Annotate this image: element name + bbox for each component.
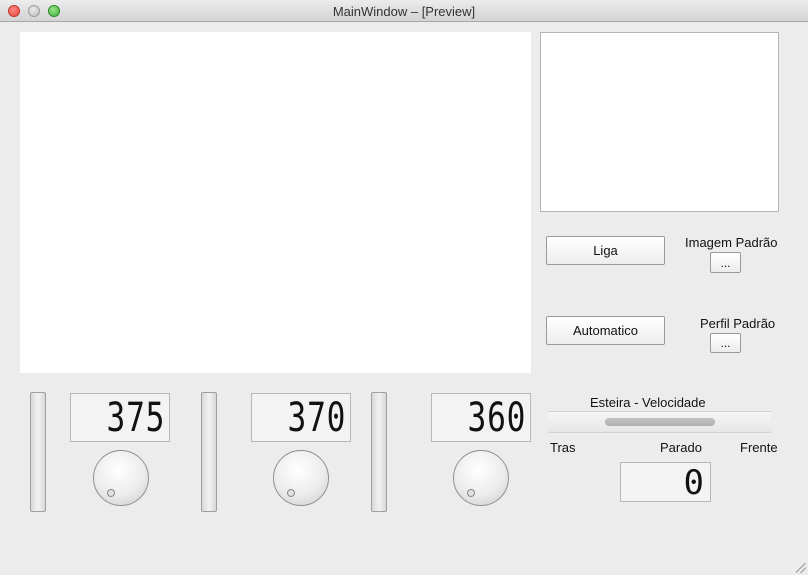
lcd-value-1: 375 xyxy=(106,395,165,441)
resize-grip-icon[interactable] xyxy=(796,563,806,573)
main-preview-area xyxy=(20,32,531,373)
vertical-slider-3[interactable] xyxy=(371,392,387,512)
vertical-slider-1[interactable] xyxy=(30,392,46,512)
perfil-padrao-label: Perfil Padrão xyxy=(700,316,776,331)
esteira-speed-slider[interactable] xyxy=(548,411,771,433)
esteira-lcd-display: 0 xyxy=(620,462,711,503)
dial-2[interactable] xyxy=(273,450,329,506)
vertical-slider-2[interactable] xyxy=(201,392,217,512)
side-preview-area xyxy=(540,32,779,212)
imagem-padrao-label: Imagem Padrão xyxy=(685,235,778,250)
dial-indicator-2 xyxy=(287,489,295,497)
lcd-display-3: 360 xyxy=(431,393,531,442)
dial-indicator-1 xyxy=(107,489,115,497)
dial-1[interactable] xyxy=(93,450,149,506)
imagem-padrao-browse-button[interactable]: ... xyxy=(710,252,741,273)
esteira-title: Esteira - Velocidade xyxy=(590,395,706,410)
window-title: MainWindow – [Preview] xyxy=(332,4,476,19)
esteira-lcd-value: 0 xyxy=(683,463,704,503)
lcd-display-2: 370 xyxy=(251,393,351,442)
title-bar: MainWindow – [Preview] xyxy=(0,0,808,22)
lcd-value-3: 360 xyxy=(467,395,526,441)
perfil-padrao-browse-button[interactable]: ... xyxy=(710,333,741,353)
lcd-display-1: 375 xyxy=(70,393,170,442)
automatico-button[interactable]: Automatico xyxy=(546,316,665,345)
dial-3[interactable] xyxy=(453,450,509,506)
lcd-value-2: 370 xyxy=(287,395,346,441)
esteira-label-parado: Parado xyxy=(660,440,702,455)
esteira-slider-groove[interactable] xyxy=(605,418,715,426)
liga-button[interactable]: Liga xyxy=(546,236,665,265)
dial-indicator-3 xyxy=(467,489,475,497)
esteira-label-tras: Tras xyxy=(550,440,576,455)
esteira-label-frente: Frente xyxy=(740,440,778,455)
